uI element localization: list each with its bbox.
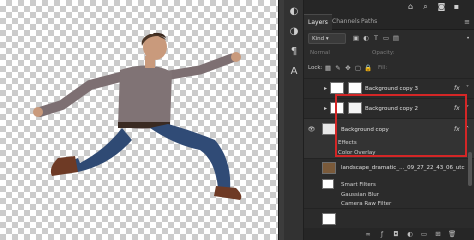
layer-row[interactable] — [304, 208, 474, 228]
shape-filter-icon[interactable]: ▭ — [382, 34, 390, 42]
new-group-icon[interactable]: ▭ — [420, 230, 428, 238]
camera-icon[interactable]: ◙ — [437, 3, 446, 11]
pixel-filter-icon[interactable]: ▣ — [352, 34, 360, 42]
panel-menu-icon[interactable]: ≡ — [464, 18, 470, 26]
fill-label: Fill: — [378, 65, 388, 71]
more-icon[interactable]: ▪ — [452, 3, 461, 11]
home-icon[interactable]: ⌂ — [406, 3, 415, 11]
blend-mode-select[interactable]: Normal — [310, 50, 330, 56]
layer-name[interactable]: landscape_dramatic_..._09_27_22_43_06_ut… — [341, 165, 464, 171]
smart-filters-label[interactable]: Smart Filters — [341, 182, 376, 188]
layer-row[interactable]: landscape_dramatic_..._09_27_22_43_06_ut… — [304, 158, 474, 208]
lock-position-icon[interactable]: ✥ — [344, 64, 352, 72]
link-layers-icon[interactable]: ∞ — [364, 230, 372, 238]
fx-icon[interactable]: fx — [454, 85, 460, 92]
layer-thumbnail — [330, 82, 344, 94]
opacity-label: Opacity: — [372, 50, 395, 56]
layer-name[interactable]: Background copy 3 — [365, 86, 418, 92]
filter-camera-raw[interactable]: Camera Raw Filter — [341, 201, 391, 207]
smart-filter-mask[interactable] — [322, 179, 334, 189]
add-style-icon[interactable]: ƒ — [378, 230, 386, 238]
lock-transparent-icon[interactable]: ▦ — [324, 64, 332, 72]
character-icon[interactable]: A — [287, 64, 301, 78]
kind-filter-select[interactable]: Kind ▾ — [308, 33, 346, 44]
lock-row: Lock: ▦ ✎ ✥ ▢ 🔒 Fill: — [304, 62, 474, 74]
paragraph-icon[interactable]: ¶ — [287, 44, 301, 58]
panel-tool-strip: ◐ ◑ ¶ A — [284, 0, 304, 240]
layers-scrollbar[interactable] — [468, 152, 472, 186]
search-icon[interactable]: ⌕ — [421, 3, 430, 11]
new-adjustment-icon[interactable]: ◐ — [406, 230, 414, 238]
new-layer-icon[interactable]: ⊞ — [434, 230, 442, 238]
tab-paths[interactable]: Paths — [357, 14, 381, 30]
layer-filter-row: Kind ▾ ▣ ◐ T ▭ ▤ • — [304, 30, 474, 46]
type-filter-icon[interactable]: T — [372, 34, 380, 42]
panel-header-bar: ⌂ ⌕ ◙ ▪ — [304, 0, 474, 14]
kind-filter-label: Kind — [312, 36, 325, 42]
document-canvas[interactable] — [0, 0, 278, 240]
add-mask-icon[interactable]: ◘ — [392, 230, 400, 238]
filter-gaussian-blur[interactable]: Gaussian Blur — [341, 192, 379, 198]
layer-thumbnail — [322, 123, 336, 135]
layer-mask-thumbnail[interactable] — [348, 82, 362, 94]
adjustments-icon[interactable]: ◐ — [287, 4, 301, 18]
panel-tabs: Layers Channels Paths ≡ — [304, 14, 474, 30]
highlight-annotation — [335, 94, 467, 157]
lock-paint-icon[interactable]: ✎ — [334, 64, 342, 72]
color-icon[interactable]: ◑ — [287, 24, 301, 38]
smart-object-filter-icon[interactable]: ▤ — [392, 34, 400, 42]
lock-label: Lock: — [308, 65, 323, 71]
lock-artboard-icon[interactable]: ▢ — [354, 64, 362, 72]
link-icon: ▸ — [324, 105, 328, 112]
layer-thumbnail — [322, 213, 336, 225]
delete-layer-icon[interactable]: 🗑 — [448, 230, 456, 238]
filter-toggle-icon[interactable]: • — [464, 34, 472, 42]
layer-thumbnail — [322, 162, 336, 174]
adjustment-filter-icon[interactable]: ◐ — [362, 34, 370, 42]
blend-row: Normal Opacity: — [304, 47, 474, 59]
eye-icon[interactable]: 👁 — [307, 126, 316, 134]
link-icon: ▸ — [324, 85, 328, 92]
chevron-down-icon[interactable]: ˅ — [466, 85, 469, 92]
jumping-man-image — [33, 32, 242, 200]
panel-footer: ∞ ƒ ◘ ◐ ▭ ⊞ 🗑 — [304, 228, 474, 240]
lock-all-icon[interactable]: 🔒 — [364, 64, 372, 72]
